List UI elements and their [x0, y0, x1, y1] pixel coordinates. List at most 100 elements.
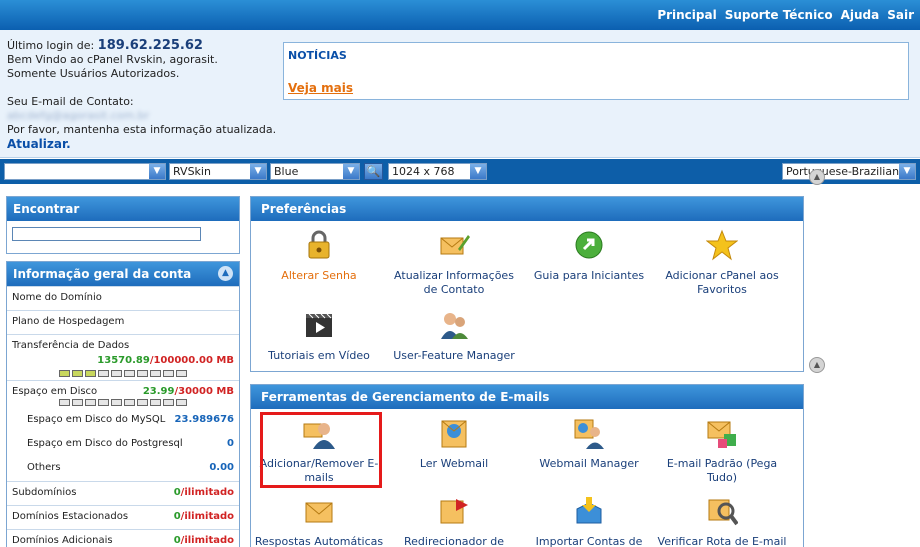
change-password-label: Alterar Senha — [281, 269, 357, 282]
parked-row: Domínios Estacionados 0/ilimitado — [7, 505, 239, 529]
pg-value: 0 — [227, 438, 234, 449]
parked-unlimited: ilimitado — [184, 511, 234, 522]
news-more-link[interactable]: Veja mais — [288, 81, 353, 95]
shortcut-select[interactable]: ▼ — [4, 163, 166, 180]
autoresponder-icon — [305, 502, 333, 523]
preferences-title: Preferências — [251, 197, 803, 221]
account-title: Informação geral da conta ▲ — [7, 262, 239, 286]
find-box: Encontrar — [6, 196, 240, 254]
collapse-up-icon[interactable]: ▲ — [218, 266, 233, 281]
last-login-ip: 189.62.225.62 — [97, 38, 203, 53]
transfer-used: 13570.89 — [97, 355, 150, 366]
video-tutorials-item[interactable]: Tutoriais em Vídeo — [254, 309, 384, 363]
lock-icon — [308, 230, 330, 259]
chevron-down-icon: ▼ — [343, 164, 359, 179]
nav-principal[interactable]: Principal — [657, 8, 716, 22]
sub-used: 0 — [173, 487, 181, 498]
default-email-item[interactable]: E-mail Padrão (Pega Tudo) — [657, 417, 787, 485]
mysql-row: Espaço em Disco do MySQL 23.989676 — [7, 409, 239, 433]
transfer-total: 100000.00 MB — [153, 355, 234, 366]
disk-progress — [59, 399, 187, 406]
read-webmail-label: Ler Webmail — [419, 457, 489, 470]
selection-highlight — [260, 412, 382, 488]
forwarder-item[interactable]: Redirecionador de — [389, 495, 519, 547]
add-favorites-item[interactable]: Adicionar cPanel aos Favoritos — [657, 229, 787, 297]
nav-suporte[interactable]: Suporte Técnico — [725, 8, 833, 22]
chevron-down-icon: ▼ — [899, 164, 915, 179]
read-webmail-item[interactable]: Ler Webmail — [389, 417, 519, 471]
user-feature-manager-label: User-Feature Manager — [393, 349, 515, 362]
email-tools-title: Ferramentas de Gerenciamento de E-mails — [251, 385, 803, 409]
disk-total: 30000 MB — [178, 386, 234, 397]
import-accounts-item[interactable]: Importar Contas de — [524, 495, 654, 547]
collapse-preferences-icon[interactable]: ▲ — [809, 169, 825, 185]
info-bar: Último login de: 189.62.225.62 Bem Vindo… — [0, 30, 920, 158]
trace-icon — [708, 499, 739, 526]
color-value: Blue — [274, 165, 299, 178]
resolution-select[interactable]: 1024 x 768 ▼ — [388, 163, 487, 180]
addon-label: Domínios Adicionais — [12, 535, 113, 546]
subdomains-row: Subdomínios 0/ilimitado — [7, 481, 239, 505]
zoom-button[interactable]: 🔍 — [364, 163, 383, 180]
forwarder-icon — [440, 499, 468, 524]
others-value: 0.00 — [209, 462, 234, 473]
login-info: Último login de: 189.62.225.62 Bem Vindo… — [7, 38, 277, 152]
forwarder-label: Redirecionador de — [403, 535, 505, 547]
news-title: NOTÍCIAS — [288, 49, 347, 62]
language-value: Portuguese-Brazilian — [786, 165, 900, 178]
account-title-text: Informação geral da conta — [13, 267, 192, 281]
others-label: Others — [27, 462, 61, 473]
update-contact-item[interactable]: Atualizar Informações de Contato — [389, 229, 519, 297]
plan-row: Plano de Hospedagem — [7, 310, 239, 334]
transfer-usage: 13570.89/100000.00 MB — [97, 355, 234, 366]
transfer-progress — [59, 370, 187, 377]
update-link[interactable]: Atualizar. — [7, 137, 276, 151]
email-tools-panel: Ferramentas de Gerenciamento de E-mails … — [250, 357, 825, 547]
beginners-guide-item[interactable]: Guia para Iniciantes — [524, 229, 654, 283]
theme-select[interactable]: RVSkin ▼ — [169, 163, 267, 180]
disk-row: Espaço em Disco 23.99/30000 MB — [7, 380, 239, 409]
transfer-label: Transferência de Dados — [12, 340, 130, 351]
trace-email-item[interactable]: Verificar Rota de E-mail — [657, 495, 787, 547]
mysql-label: Espaço em Disco do MySQL — [27, 414, 166, 425]
contact-icon — [440, 235, 470, 255]
resolution-value: 1024 x 768 — [392, 165, 455, 178]
nav-sair[interactable]: Sair — [887, 8, 914, 22]
last-login-label: Último login de: — [7, 39, 95, 52]
nav-ajuda[interactable]: Ajuda — [841, 8, 880, 22]
find-title: Encontrar — [7, 197, 239, 221]
transfer-row: Transferência de Dados 13570.89/100000.0… — [7, 334, 239, 380]
mysql-value: 23.989676 — [174, 414, 234, 425]
authorized-text: Somente Usuários Autorizados. — [7, 67, 180, 80]
autoresponder-item[interactable]: Respostas Automáticas — [254, 495, 384, 547]
change-password-item[interactable]: Alterar Senha — [254, 229, 384, 283]
language-select[interactable]: Portuguese-Brazilian ▼ — [782, 163, 916, 180]
sub-label: Subdomínios — [12, 487, 77, 498]
beginners-guide-label: Guia para Iniciantes — [533, 269, 645, 282]
magnifier-icon: 🔍 — [366, 165, 381, 178]
chevron-down-icon: ▼ — [470, 164, 486, 179]
autoresponder-label: Respostas Automáticas — [254, 535, 384, 547]
addon-unlimited: ilimitado — [184, 535, 234, 546]
color-select[interactable]: Blue ▼ — [270, 163, 360, 180]
top-nav: Principal Suporte Técnico Ajuda Sair — [657, 8, 914, 22]
webmail-icon — [441, 420, 467, 448]
guide-icon — [575, 231, 603, 259]
collapse-email-icon[interactable]: ▲ — [809, 357, 825, 373]
pg-label: Espaço em Disco do Postgresql — [27, 438, 183, 449]
domain-row: Nome do Domínio — [7, 286, 239, 310]
top-bar: Principal Suporte Técnico Ajuda Sair — [0, 0, 920, 30]
sub-unlimited: ilimitado — [184, 487, 234, 498]
add-favorites-label: Adicionar cPanel aos Favoritos — [665, 269, 779, 296]
keep-updated-text: Por favor, mantenha esta informação atua… — [7, 123, 277, 136]
video-icon — [306, 313, 332, 337]
addon-row: Domínios Adicionais 0/ilimitado — [7, 529, 239, 547]
webmail-manager-item[interactable]: Webmail Manager — [524, 417, 654, 471]
disk-used: 23.99 — [142, 386, 175, 397]
find-input[interactable] — [12, 227, 201, 241]
account-box: Informação geral da conta ▲ Nome do Domí… — [6, 261, 240, 547]
selector-bar: ▼ RVSkin ▼ Blue ▼ 🔍 1024 x 768 ▼ Portugu… — [0, 159, 920, 184]
webmail-manager-icon — [574, 419, 604, 449]
user-feature-manager-item[interactable]: User-Feature Manager — [389, 309, 519, 363]
contact-label: Seu E-mail de Contato: — [7, 95, 134, 108]
